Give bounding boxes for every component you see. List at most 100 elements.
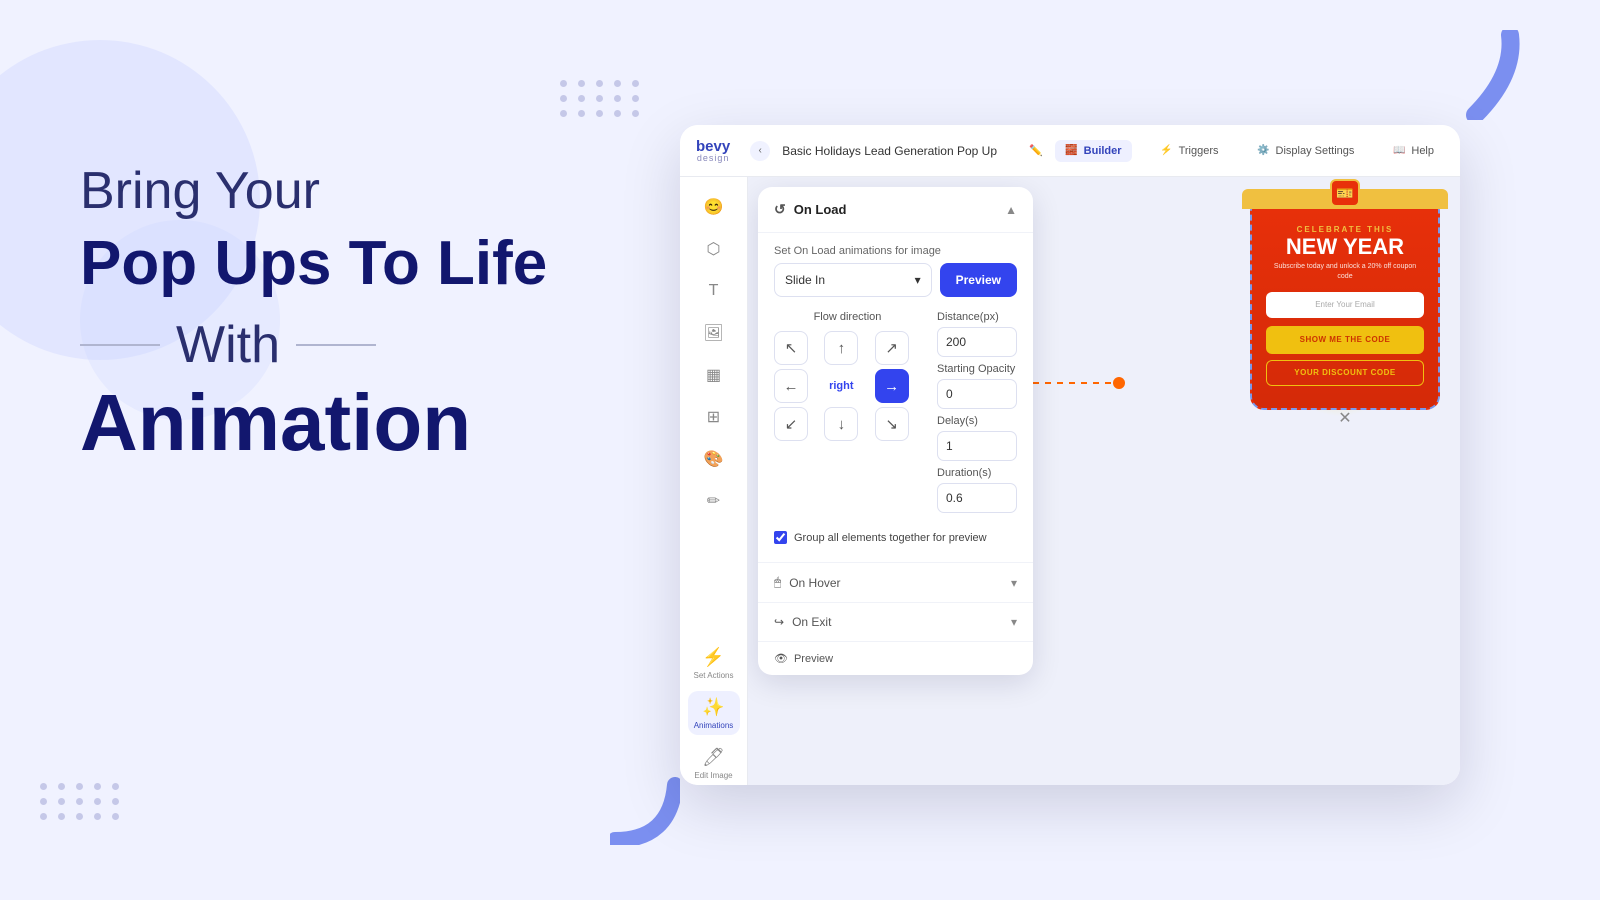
- top-bar: bevy design ‹ Basic Holidays Lead Genera…: [680, 125, 1460, 177]
- sidebar-smiley-icon[interactable]: 😊: [696, 189, 732, 225]
- headline-line2: Pop Ups To Life: [80, 230, 620, 298]
- distance-label: Distance(px): [937, 311, 1017, 323]
- opacity-label: Starting Opacity: [937, 363, 1017, 375]
- on-load-header[interactable]: ↺ On Load ▲: [758, 187, 1033, 233]
- popup-inner: CELEBRATE THIS NEW YEAR Subscribe today …: [1252, 199, 1438, 408]
- arrow-s[interactable]: ↓: [824, 407, 858, 441]
- preview-eye-icon: 👁: [774, 652, 788, 665]
- on-exit-label: On Exit: [792, 615, 831, 629]
- preview-bar: 👁 Preview: [758, 641, 1033, 675]
- animation-panel: ↺ On Load ▲ Set On Load animations for i…: [758, 187, 1033, 675]
- set-actions-icon: ⚡: [702, 647, 724, 668]
- delay-label: Delay(s): [937, 415, 1017, 427]
- triggers-icon: ⚡: [1160, 144, 1174, 158]
- arrow-e[interactable]: →: [875, 369, 909, 403]
- canvas-area: ↺ On Load ▲ Set On Load animations for i…: [748, 177, 1460, 785]
- on-exit-icon: ↪: [774, 615, 784, 629]
- anim-field-label: Set On Load animations for image: [774, 245, 1017, 257]
- arrow-nw[interactable]: ↖: [774, 331, 808, 365]
- arrow-grid: ↖ ↑ ↗ ← right → ↙ ↓ ↘: [774, 331, 921, 441]
- popup-email-input[interactable]: Enter Your Email: [1266, 292, 1424, 318]
- top-bar-actions: 🧱 Builder ⚡ Triggers ⚙️ Display Settings…: [1055, 140, 1444, 162]
- nav-back-button[interactable]: ‹: [750, 141, 770, 161]
- edit-image-btn[interactable]: 🖊 Edit Image: [688, 741, 740, 785]
- headline-line3: With: [80, 315, 620, 375]
- ui-container: bevy design ‹ Basic Holidays Lead Genera…: [680, 125, 1460, 785]
- animations-icon: ✨: [702, 697, 724, 718]
- page-title: Basic Holidays Lead Generation Pop Up: [782, 144, 1025, 158]
- arrow-center-label: right: [824, 369, 858, 403]
- edit-icon[interactable]: ✏️: [1029, 144, 1043, 157]
- anim-arrow-line: [1033, 382, 1113, 384]
- duration-label: Duration(s): [937, 467, 1017, 479]
- popup-close[interactable]: ✕: [1338, 408, 1351, 428]
- delay-input[interactable]: [937, 431, 1017, 461]
- on-exit-section[interactable]: ↪ On Exit ▾: [758, 602, 1033, 641]
- divider-right: [296, 344, 376, 346]
- display-icon: ⚙️: [1257, 144, 1271, 158]
- bg-curve-top-right: [1430, 30, 1520, 120]
- on-hover-label: On Hover: [789, 576, 840, 590]
- logo-area: bevy design: [696, 139, 730, 163]
- builder-btn[interactable]: 🧱 Builder: [1055, 140, 1132, 162]
- help-btn[interactable]: 📖 Help: [1382, 140, 1444, 162]
- left-section: Bring Your Pop Ups To Life With Animatio…: [80, 160, 620, 463]
- on-load-body: Set On Load animations for image Slide I…: [758, 233, 1033, 562]
- anim-arrow: [1033, 377, 1125, 389]
- select-row: Slide In ▾ Preview: [774, 263, 1017, 297]
- flow-direction-area: Flow direction ↖ ↑ ↗ ← right → ↙ ↓ ↘: [774, 311, 921, 519]
- flow-direction-label: Flow direction: [774, 311, 921, 323]
- group-checkbox-label: Group all elements together for preview: [794, 532, 987, 544]
- sidebar-edit-icon[interactable]: ✏: [696, 483, 732, 519]
- popup-preview: 🎫 CELEBRATE THIS NEW YEAR Subscribe toda…: [1250, 197, 1440, 410]
- group-checkbox[interactable]: [774, 531, 787, 544]
- divider-left: [80, 344, 160, 346]
- headline-line1: Bring Your: [80, 160, 620, 222]
- opacity-input[interactable]: [937, 379, 1017, 409]
- animations-btn[interactable]: ✨ Animations: [688, 691, 740, 735]
- builder-icon: 🧱: [1065, 144, 1079, 158]
- on-load-label: On Load: [794, 202, 847, 217]
- logo-bevy: bevy: [696, 139, 730, 154]
- popup-new-year: NEW YEAR: [1266, 236, 1424, 258]
- main-area: 😊 ⬡ T 🖼 ▦ ⊞ 🎨 ✏ ⚡ Set Actions ✨ Animatio…: [680, 177, 1460, 785]
- popup-discount-btn[interactable]: YOUR DISCOUNT CODE: [1266, 360, 1424, 386]
- popup-celebrate: CELEBRATE THIS: [1266, 225, 1424, 234]
- anim-arrow-tip: [1113, 377, 1125, 389]
- animation-select[interactable]: Slide In ▾: [774, 263, 932, 297]
- preview-bar-button[interactable]: 👁 Preview: [774, 652, 1017, 665]
- display-settings-btn[interactable]: ⚙️ Display Settings: [1247, 140, 1365, 162]
- sidebar-video-icon[interactable]: ▦: [696, 357, 732, 393]
- flow-section: Flow direction ↖ ↑ ↗ ← right → ↙ ↓ ↘: [774, 311, 1017, 519]
- help-icon: 📖: [1392, 144, 1406, 158]
- bg-dots-top: [560, 80, 642, 117]
- bg-dots-bottom: [40, 783, 122, 820]
- ticket-icon: 🎫: [1330, 179, 1360, 207]
- on-load-icon: ↺: [774, 201, 786, 218]
- popup-cta-btn[interactable]: SHOW ME THE CODE: [1266, 326, 1424, 354]
- popup-subtitle: Subscribe today and unlock a 20% off cou…: [1266, 262, 1424, 282]
- sidebar-shapes-icon[interactable]: ⬡: [696, 231, 732, 267]
- duration-input[interactable]: [937, 483, 1017, 513]
- edit-image-icon: 🖊: [702, 747, 725, 768]
- sidebar-gallery-icon[interactable]: ⊞: [696, 399, 732, 435]
- on-hover-section[interactable]: 🖱 On Hover ▾: [758, 562, 1033, 602]
- select-chevron: ▾: [915, 273, 921, 287]
- sidebar-image-icon[interactable]: 🖼: [696, 315, 732, 351]
- on-hover-icon: 🖱: [774, 575, 781, 590]
- triggers-btn[interactable]: ⚡ Triggers: [1150, 140, 1229, 162]
- preview-btn[interactable]: Preview: [940, 263, 1017, 297]
- arrow-n[interactable]: ↑: [824, 331, 858, 365]
- sidebar-text-icon[interactable]: T: [696, 273, 732, 309]
- set-actions-btn[interactable]: ⚡ Set Actions: [688, 641, 740, 685]
- headline-line4: Animation: [80, 383, 620, 463]
- bg-curve-bottom: [610, 775, 680, 845]
- on-exit-chevron: ▾: [1011, 615, 1017, 629]
- arrow-se[interactable]: ↘: [875, 407, 909, 441]
- on-hover-chevron: ▾: [1011, 576, 1017, 590]
- arrow-sw[interactable]: ↙: [774, 407, 808, 441]
- arrow-ne[interactable]: ↗: [875, 331, 909, 365]
- sidebar-paint-icon[interactable]: 🎨: [696, 441, 732, 477]
- distance-input[interactable]: [937, 327, 1017, 357]
- arrow-w[interactable]: ←: [774, 369, 808, 403]
